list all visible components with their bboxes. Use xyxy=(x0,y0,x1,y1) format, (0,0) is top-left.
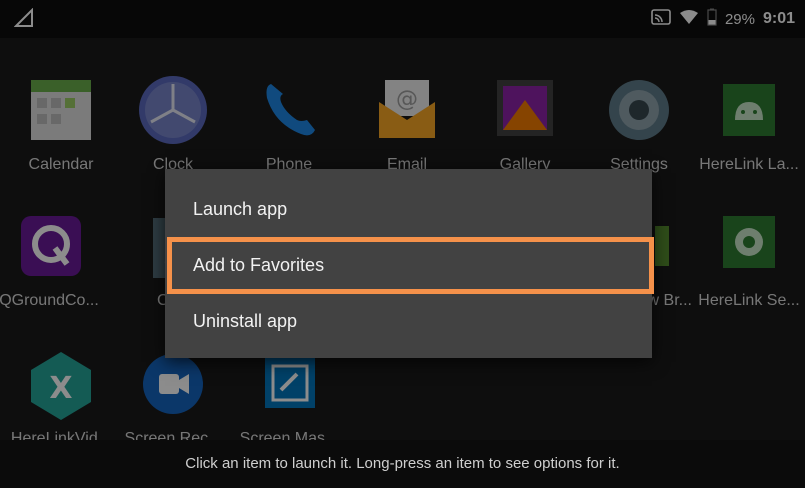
menu-item-uninstall-app[interactable]: Uninstall app xyxy=(165,293,652,350)
highlight-box xyxy=(167,237,654,294)
menu-item-launch-app[interactable]: Launch app xyxy=(165,181,652,238)
home-screen: 29% 9:01 Calendar Clock Phone @ Email Ga… xyxy=(0,0,805,488)
hint-text: Click an item to launch it. Long-press a… xyxy=(185,455,620,472)
